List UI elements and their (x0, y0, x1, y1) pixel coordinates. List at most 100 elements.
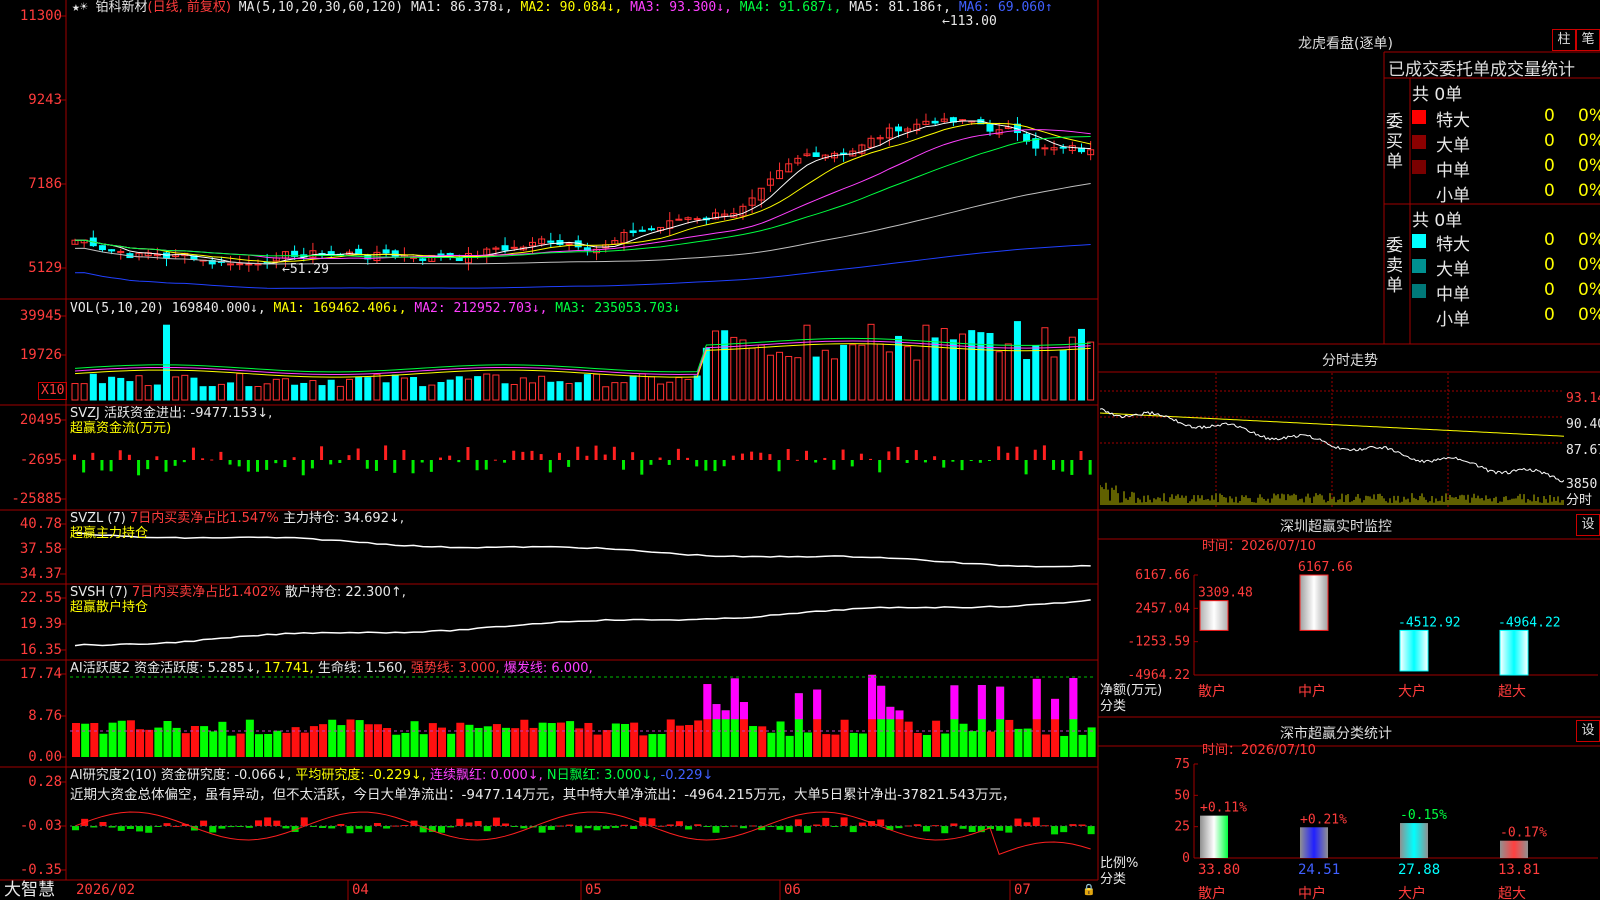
sz-classify-settings-button[interactable]: 设 (1576, 720, 1600, 742)
volume-bar (227, 382, 235, 401)
activity-bar (255, 734, 263, 757)
volume-bar (80, 383, 88, 401)
classify-bar (1400, 823, 1428, 858)
order-type-label: 小单 (1436, 310, 1470, 330)
fund-flow-bar (1033, 449, 1037, 460)
order-percent: 0% (1578, 131, 1600, 151)
fund-flow-bar (988, 460, 991, 461)
activity-burst-bar (950, 685, 959, 720)
volume-bar (437, 382, 445, 401)
candle-body (565, 243, 573, 246)
research-bar (145, 826, 153, 833)
ai2-average: 平均研究度: -0.229↓, (295, 768, 426, 783)
fund-flow-bar (246, 460, 250, 472)
research-bar (685, 826, 693, 830)
activity-bar (849, 732, 858, 757)
tick-mode-button[interactable]: 笔 (1576, 29, 1600, 51)
activity-bar (840, 719, 849, 757)
fund-flow-bar (841, 449, 845, 460)
main-chart-canvas[interactable] (0, 0, 1100, 900)
research-bar (401, 825, 409, 827)
activity-bar (163, 720, 172, 757)
bar-mode-button[interactable]: 柱 (1552, 29, 1576, 51)
activity-bar (410, 721, 419, 757)
buy-total: 共 0单 (1412, 85, 1463, 105)
fund-flow-bar (91, 452, 95, 460)
monitor-axis-tick: -4964.22 (1127, 668, 1190, 683)
candle-body (693, 218, 701, 221)
ma3-value: MA3: 93.300↓, (630, 0, 732, 15)
svzj-sub: 超赢资金流(万元) (70, 421, 172, 436)
candle-body (227, 263, 235, 266)
fund-flow-bar (475, 460, 479, 471)
activity-bar (346, 719, 355, 757)
research-bar (968, 826, 976, 832)
ai2-consec: 连续飘红: 0.000↓, (430, 768, 543, 783)
activity-bar (611, 723, 620, 757)
svsh-hold: 散户持仓: 22.300↑, (284, 585, 406, 600)
activity-bar (904, 721, 913, 757)
research-bar (465, 822, 473, 826)
volume-bar (474, 376, 482, 401)
candle-body (986, 123, 994, 132)
order-count: 0 (1544, 106, 1555, 126)
star-small-icon: ☀ (79, 0, 88, 15)
volume-bar (858, 344, 866, 401)
volume-bar (913, 359, 921, 401)
star-icon[interactable]: ★ (72, 0, 80, 15)
volume-bar (922, 324, 930, 401)
volume-bar (144, 385, 152, 401)
activity-bar (383, 728, 392, 757)
activity-bar (602, 730, 611, 757)
order-percent: 0% (1578, 280, 1600, 300)
fund-flow-bar (997, 446, 1001, 460)
fund-flow-bar (805, 450, 808, 460)
activity-bar (328, 719, 337, 757)
volume-bar (126, 381, 134, 401)
volume-bar (602, 386, 610, 401)
classify-bar (1300, 827, 1328, 858)
activity-bar (987, 731, 995, 757)
sz-monitor-settings-button[interactable]: 设 (1576, 514, 1600, 536)
fund-flow-bar (1052, 460, 1056, 470)
fund-flow-bar (146, 460, 150, 470)
activity-burst-bar (895, 710, 904, 720)
activity-burst-bar (703, 684, 712, 720)
activity-bar (355, 720, 364, 757)
intraday-chart[interactable] (1100, 373, 1564, 509)
activity-bar (932, 720, 941, 757)
vol-ma2: MA2: 212952.703↓, (414, 301, 548, 316)
ma-line (74, 122, 1091, 263)
fund-flow-bar (603, 454, 607, 460)
fund-flow-bar (127, 454, 131, 460)
research-bar (1023, 822, 1031, 826)
activity-bar (456, 722, 465, 757)
classify-change-label: +0.11% (1200, 801, 1247, 816)
order-count: 0 (1544, 280, 1555, 300)
volume-bar (300, 382, 308, 401)
activity-bar (227, 735, 236, 757)
fund-flow-bar (512, 450, 516, 460)
ma4-value: MA4: 91.687↓, (739, 0, 842, 15)
volume-bar (501, 383, 509, 401)
volume-bar (391, 374, 399, 401)
activity-bar (401, 732, 410, 757)
activity-bar (804, 732, 812, 757)
activity-burst-bar (712, 704, 721, 720)
classify-change-label: +0.21% (1300, 812, 1347, 827)
ai1-strong: 强势线: 3.000, (410, 661, 500, 676)
volume-bar (867, 323, 875, 401)
activity-burst-bar (813, 689, 822, 720)
order-count: 0 (1544, 131, 1555, 151)
activity-bar (282, 732, 291, 757)
volume-bar (98, 383, 106, 401)
research-line (74, 811, 1091, 856)
order-color-swatch (1412, 259, 1426, 273)
fund-flow-bar (283, 460, 287, 468)
candle-body (455, 257, 463, 262)
ma-params: MA(5,10,20,30,60,120) (238, 0, 404, 15)
volume-bar (428, 384, 436, 401)
fund-flow-bar (356, 448, 360, 460)
research-bar (1032, 817, 1040, 826)
activity-bar (639, 735, 648, 757)
